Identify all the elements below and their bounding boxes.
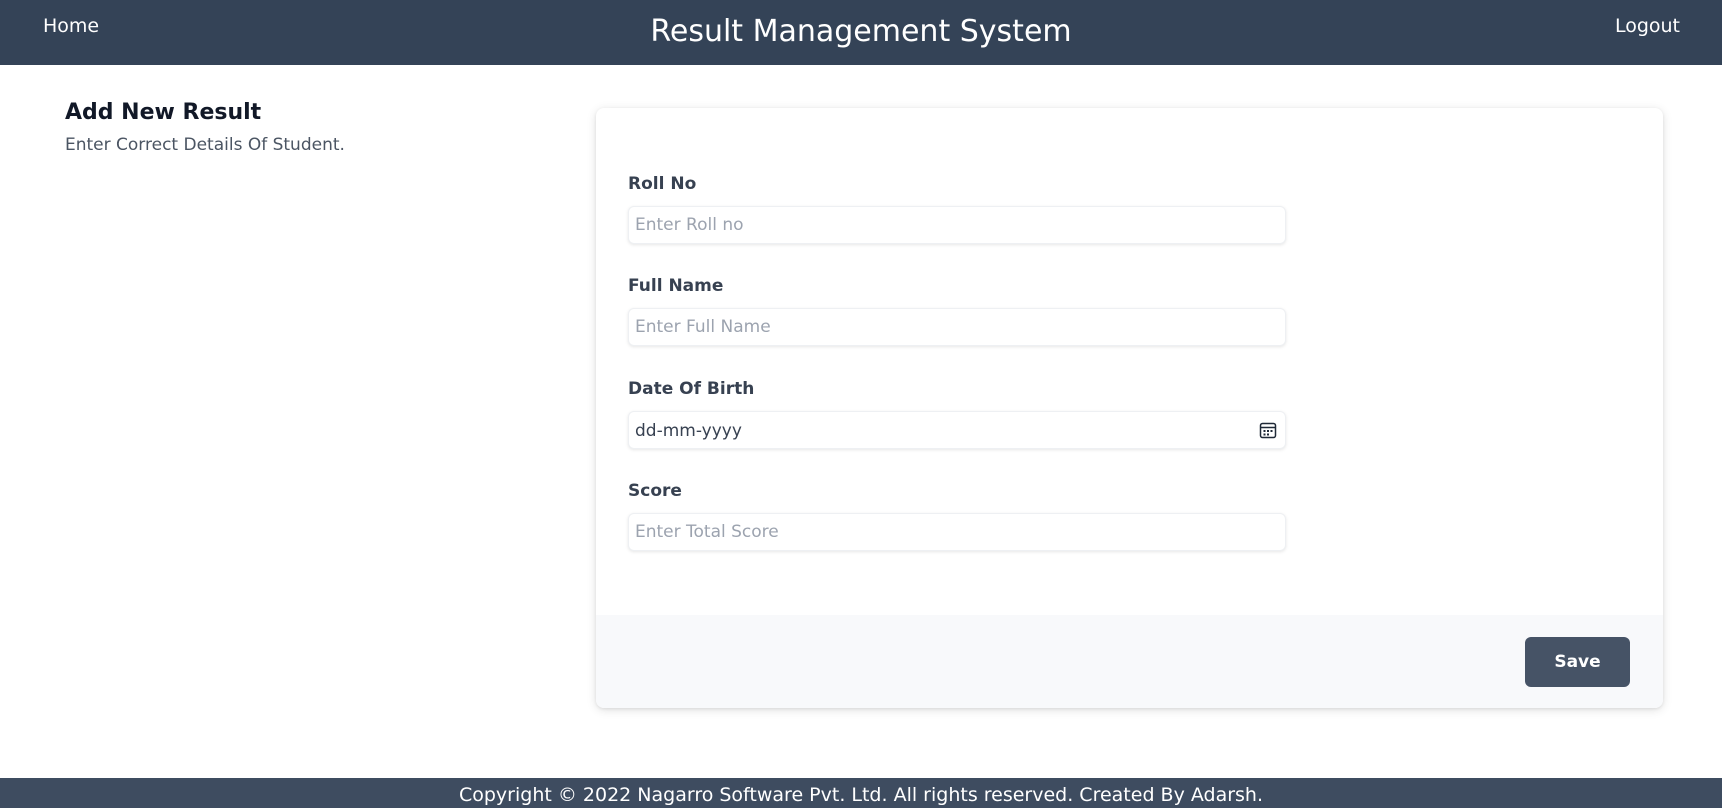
full-name-input[interactable] (628, 308, 1286, 346)
roll-no-field: Roll No (628, 174, 1286, 244)
full-name-field: Full Name (628, 276, 1286, 346)
form-body: Roll No Full Name Date Of Birth dd-mm-yy… (596, 108, 1663, 615)
form-intro: Add New Result Enter Correct Details Of … (65, 100, 525, 155)
page-footer: Copyright © 2022 Nagarro Software Pvt. L… (0, 778, 1722, 808)
app-title: Result Management System (650, 14, 1072, 49)
score-label: Score (628, 481, 682, 501)
roll-no-input[interactable] (628, 206, 1286, 244)
date-of-birth-value: dd-mm-yyyy (635, 421, 742, 441)
calendar-icon[interactable] (1259, 421, 1277, 439)
score-field: Score (628, 481, 1286, 551)
score-input[interactable] (628, 513, 1286, 551)
roll-no-label: Roll No (628, 174, 697, 194)
page-title: Add New Result (65, 100, 262, 125)
page-subtitle: Enter Correct Details Of Student. (65, 135, 345, 155)
date-of-birth-field: Date Of Birth dd-mm-yyyy (628, 379, 1286, 449)
date-of-birth-input[interactable]: dd-mm-yyyy (628, 411, 1286, 449)
date-of-birth-label: Date Of Birth (628, 379, 755, 399)
save-button[interactable]: Save (1525, 637, 1630, 687)
full-name-label: Full Name (628, 276, 724, 296)
add-result-form-card: Roll No Full Name Date Of Birth dd-mm-yy… (596, 108, 1663, 708)
logout-link[interactable]: Logout (1615, 15, 1680, 37)
copyright-text: Copyright © 2022 Nagarro Software Pvt. L… (458, 784, 1264, 806)
form-actions: Save (596, 615, 1663, 708)
top-navbar: Home Result Management System Logout (0, 0, 1722, 65)
